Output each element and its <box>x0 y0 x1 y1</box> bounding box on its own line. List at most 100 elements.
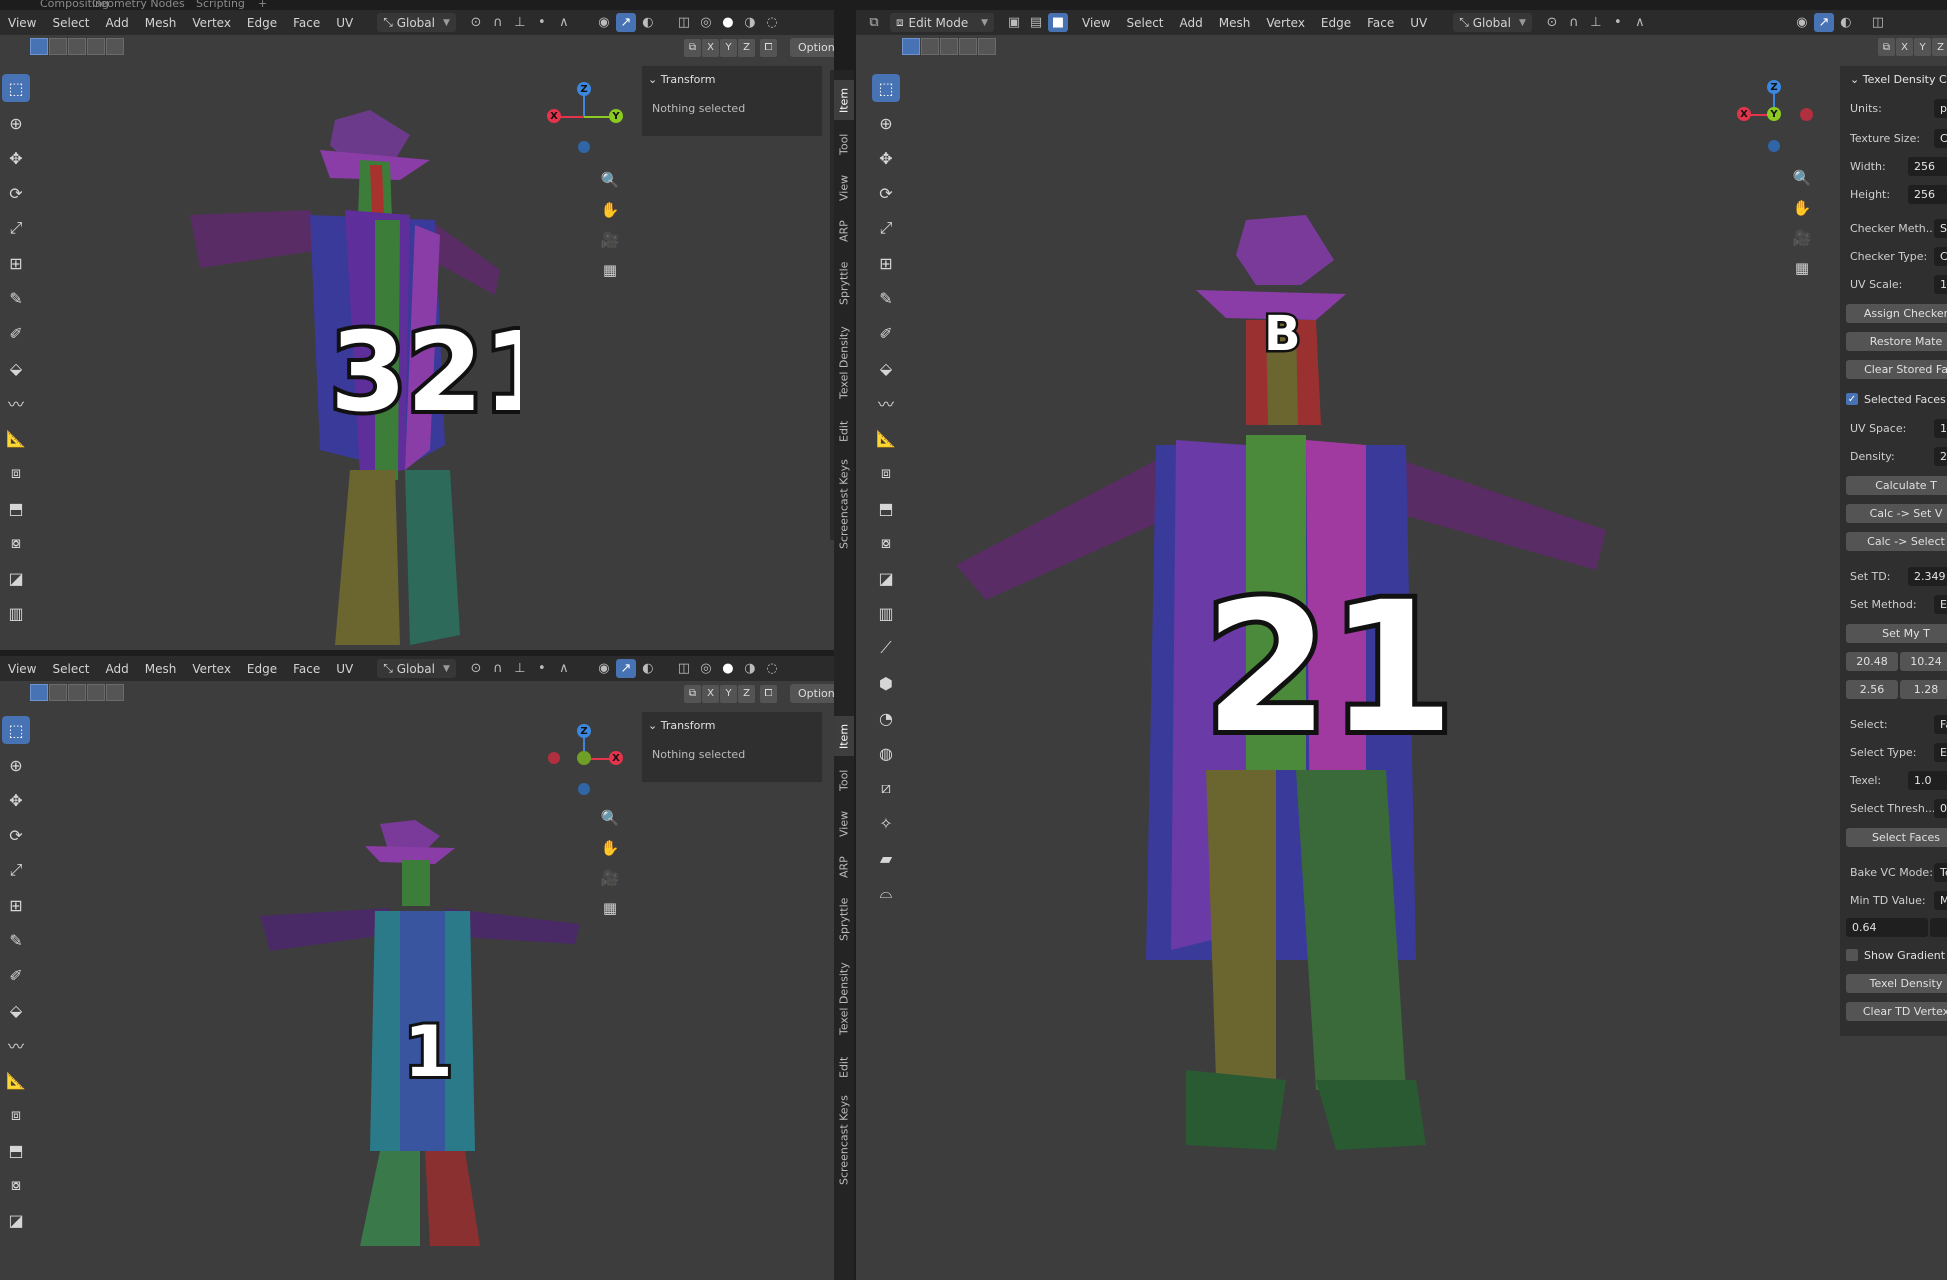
loop-cut-tool[interactable]: ▥ <box>2 599 30 627</box>
orientation-dropdown[interactable]: ⤡ Global ▼ <box>377 659 456 678</box>
select-faces-button[interactable]: Select Faces <box>1846 828 1947 847</box>
select-subtract-icon[interactable] <box>68 684 86 701</box>
sidebar-tab-tool[interactable]: Tool <box>834 126 854 162</box>
xray-icon[interactable]: ◫ <box>674 13 694 32</box>
tab-scripting[interactable]: Scripting <box>196 0 245 9</box>
axis-y-toggle[interactable]: Y <box>1914 38 1931 56</box>
checker-method-dropdown[interactable]: St <box>1934 218 1947 238</box>
scale-tool[interactable]: ⤢ <box>2 856 30 884</box>
annotate-polygon-tool[interactable]: ⬙ <box>2 996 30 1024</box>
face-select-icon[interactable]: ■ <box>1048 13 1068 32</box>
select-extend-icon[interactable] <box>49 38 67 55</box>
overlay-icon[interactable]: ◐ <box>1836 13 1856 32</box>
loop-cut-tool[interactable]: ▥ <box>872 599 900 627</box>
sidebar-tab-edit-bottom[interactable]: Edit <box>834 1050 854 1084</box>
pan-hand-icon[interactable]: ✋ <box>598 198 622 222</box>
annotate-eraser-tool[interactable]: 〰 <box>872 389 900 417</box>
rotate-tool[interactable]: ⟳ <box>2 179 30 207</box>
extrude-tool[interactable]: ⬒ <box>872 494 900 522</box>
scale-tool[interactable]: ⤢ <box>872 214 900 242</box>
gizmo-y-axis[interactable]: Y <box>609 109 623 123</box>
overlay-icon[interactable]: ◐ <box>638 659 658 678</box>
gizmo-x-axis[interactable]: X <box>1737 107 1751 121</box>
mode-dropdown[interactable]: ⧈ Edit Mode ▼ <box>890 13 994 32</box>
snap-target-icon[interactable]: ⊥ <box>1586 13 1606 32</box>
axis-y-toggle[interactable]: Y <box>720 684 737 703</box>
xray-icon[interactable]: ◫ <box>1868 13 1888 32</box>
measure-tool[interactable]: 📐 <box>2 424 30 452</box>
axis-x-toggle[interactable]: X <box>702 38 719 57</box>
sidebar-tab-item[interactable]: Item <box>834 80 854 120</box>
snap-icon[interactable]: ∩ <box>488 659 508 678</box>
select-invert-icon[interactable] <box>87 684 105 701</box>
gizmo-x-axis[interactable]: X <box>609 751 623 765</box>
menu-add[interactable]: Add <box>106 662 129 676</box>
edge-slide-tool[interactable]: ⧄ <box>872 774 900 802</box>
annotate-line-tool[interactable]: ✐ <box>2 319 30 347</box>
pan-hand-icon[interactable]: ✋ <box>1790 196 1814 220</box>
move-tool[interactable]: ✥ <box>2 786 30 814</box>
preset-1-28-button[interactable]: 1.28 <box>1900 680 1947 699</box>
move-tool[interactable]: ✥ <box>872 144 900 172</box>
menu-add[interactable]: Add <box>1180 16 1203 30</box>
solid-shading-icon[interactable]: ● <box>718 13 738 32</box>
tab-add[interactable]: + <box>258 0 267 9</box>
menu-view[interactable]: View <box>8 16 36 30</box>
snap-target-icon[interactable]: ⊥ <box>510 13 530 32</box>
annotate-tool[interactable]: ✎ <box>872 284 900 312</box>
rotate-tool[interactable]: ⟳ <box>2 821 30 849</box>
gizmo-neg-x-axis[interactable] <box>548 752 560 764</box>
add-cube-tool[interactable]: ⧈ <box>2 459 30 487</box>
select-box-tool[interactable]: ⬚ <box>872 74 900 102</box>
poly-build-tool[interactable]: ⬢ <box>872 669 900 697</box>
proportional-icon[interactable]: • <box>532 659 552 678</box>
rip-tool[interactable]: ⌓ <box>872 879 900 907</box>
select-intersect-icon[interactable] <box>978 38 996 55</box>
navigation-gizmo[interactable]: Z Y X <box>540 72 630 162</box>
menu-uv[interactable]: UV <box>1410 16 1427 30</box>
zoom-icon[interactable]: 🔍 <box>1790 166 1814 190</box>
measure-tool[interactable]: 📐 <box>2 1066 30 1094</box>
assign-checker-button[interactable]: Assign Checker <box>1846 304 1947 323</box>
texel-density-header[interactable]: ⌄ Texel Density Che <box>1840 66 1947 92</box>
min-td-value-dropdown[interactable]: Max <box>1934 890 1947 910</box>
camera-icon[interactable]: 🎥 <box>1790 226 1814 250</box>
scale-tool[interactable]: ⤢ <box>2 214 30 242</box>
viewport-top-left[interactable]: View Select Add Mesh Vertex Edge Face UV… <box>0 10 834 650</box>
extrude-tool[interactable]: ⬒ <box>2 1136 30 1164</box>
menu-vertex[interactable]: Vertex <box>1266 16 1305 30</box>
bevel-tool[interactable]: ◪ <box>2 564 30 592</box>
menu-mesh[interactable]: Mesh <box>1219 16 1251 30</box>
transform-tool[interactable]: ⊞ <box>2 891 30 919</box>
select-invert-icon[interactable] <box>87 38 105 55</box>
select-extend-icon[interactable] <box>921 38 939 55</box>
axis-x-toggle[interactable]: X <box>702 684 719 703</box>
sidebar-tab-spryttle-bottom[interactable]: Spryttle <box>834 890 854 948</box>
gizmo-icon[interactable]: ↗ <box>615 659 636 678</box>
sidebar-tab-view[interactable]: View <box>834 168 854 208</box>
proportional-icon[interactable]: • <box>1608 13 1628 32</box>
area-split-vertical[interactable]: Item Tool View ARP Spryttle Texel Densit… <box>834 10 856 1280</box>
menu-face[interactable]: Face <box>293 662 320 676</box>
gizmo-z-axis[interactable]: Z <box>1767 80 1781 94</box>
annotate-eraser-tool[interactable]: 〰 <box>2 1031 30 1059</box>
annotate-line-tool[interactable]: ✐ <box>872 319 900 347</box>
bake-vc-mode-dropdown[interactable]: Te <box>1934 862 1947 882</box>
snap-options-icon[interactable]: ⧠ <box>760 38 777 57</box>
options-dropdown[interactable]: Options ▾ <box>790 684 834 703</box>
gizmo-y-axis[interactable]: Y <box>1767 107 1781 121</box>
calc-select-button[interactable]: Calc -> Select <box>1846 532 1947 551</box>
overlay-icon[interactable]: ◐ <box>638 13 658 32</box>
menu-view[interactable]: View <box>1082 16 1110 30</box>
select-subtract-icon[interactable] <box>68 38 86 55</box>
selected-faces-checkbox[interactable]: ✓ Selected Faces <box>1846 390 1946 408</box>
inset-tool[interactable]: ⧇ <box>2 1171 30 1199</box>
knife-tool[interactable]: ⟋ <box>872 634 900 662</box>
uv-scale-field[interactable]: 1 <box>1934 274 1947 294</box>
show-gradient-checkbox[interactable]: Show Gradient <box>1846 946 1945 964</box>
sidebar-tab-arp-bottom[interactable]: ARP <box>834 850 854 884</box>
restore-materials-button[interactable]: Restore Mate <box>1846 332 1947 351</box>
gizmo-icon[interactable]: ↗ <box>1813 13 1834 32</box>
calc-set-value-button[interactable]: Calc -> Set V <box>1846 504 1947 523</box>
set-method-dropdown[interactable]: Ea <box>1934 594 1947 614</box>
